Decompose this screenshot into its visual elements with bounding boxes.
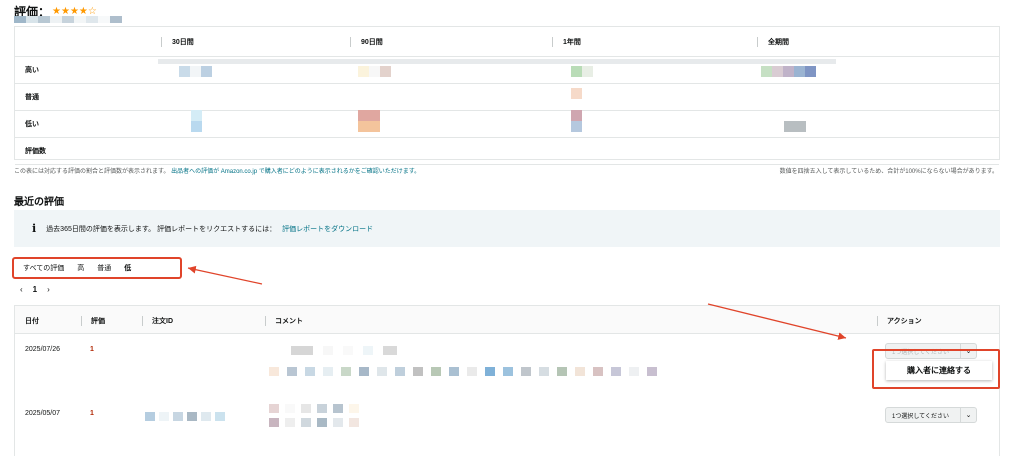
stats-note: この表には対応する評価の割合と評価数が表示されます。 出品者への評価が Amaz… <box>14 166 420 175</box>
redacted-comment <box>269 418 359 427</box>
redacted-comment <box>269 404 359 413</box>
col-rating: 評価 <box>81 316 105 326</box>
contact-buyer-option[interactable]: 購入者に連絡する <box>886 361 992 380</box>
arrow-to-filters <box>187 265 263 285</box>
redacted-seller-name <box>14 16 122 23</box>
chevron-down-icon: ⌄ <box>960 408 976 422</box>
redacted-order-id <box>145 412 225 421</box>
download-report-link[interactable]: 評価レポートをダウンロード <box>282 224 373 234</box>
rounding-note: 数値を四捨五入して表示しているため、合計が100%にならない場合があります。 <box>779 169 998 175</box>
col-date: 日付 <box>25 318 39 325</box>
redacted-cell <box>571 110 582 132</box>
tab-high[interactable]: 高 <box>77 263 84 273</box>
pagination: ‹ 1 › <box>20 285 50 294</box>
stats-row-neutral: 普通 <box>15 84 999 111</box>
review-date: 2025/07/26 <box>25 346 61 353</box>
redacted-cell <box>358 66 391 77</box>
stats-note-text: この表には対応する評価の割合と評価数が表示されます。 <box>14 169 170 175</box>
stats-col-90d: 90日間 <box>350 27 383 57</box>
rating-filter-tabs: すべての評価 高 普通 低 <box>12 257 182 279</box>
rating-stats-table: 30日間 90日間 1年間 全期間 高い 普通 低い 評価数 <box>14 26 1000 165</box>
col-action: アクション <box>877 316 922 326</box>
col-comment: コメント <box>265 316 303 326</box>
col-order-id: 注文ID <box>142 316 173 326</box>
review-date: 2025/05/07 <box>25 410 61 417</box>
stats-row-count: 評価数 <box>15 138 999 165</box>
review-rating: 1 <box>90 346 94 353</box>
info-text: 過去365日間の評価を表示します。 評価レポートをリクエストするには： <box>46 225 277 233</box>
redacted-cell <box>571 88 582 99</box>
redacted-cell <box>571 66 593 77</box>
stats-col-1y: 1年間 <box>552 27 581 57</box>
reviews-header-row: 日付 評価 注文ID コメント アクション <box>15 306 999 334</box>
current-page[interactable]: 1 <box>33 285 37 294</box>
info-icon: i <box>32 222 37 235</box>
redacted-cell <box>358 110 380 132</box>
next-page-icon[interactable]: › <box>47 285 50 294</box>
stats-note-link[interactable]: 出品者への評価が Amazon.co.jp で購入者にどのように表示されるかをご… <box>171 169 420 175</box>
info-banner: i 過去365日間の評価を表示します。 評価レポートをリクエストするには： 評価… <box>14 210 1000 247</box>
stats-header-row: 30日間 90日間 1年間 全期間 <box>15 27 999 57</box>
stats-row-low: 低い <box>15 111 999 138</box>
prev-page-icon[interactable]: ‹ <box>20 285 23 294</box>
redacted-cell <box>179 66 212 77</box>
stats-col-30d: 30日間 <box>161 27 194 57</box>
redacted-cell <box>191 110 202 132</box>
redacted-cell <box>784 121 806 132</box>
action-select[interactable]: 1つ選択してください ⌄ <box>885 407 977 423</box>
redacted-cell <box>761 66 816 77</box>
redacted-comment <box>291 346 397 355</box>
tab-neutral[interactable]: 普通 <box>97 263 111 273</box>
redacted-bar <box>158 59 836 64</box>
review-rating: 1 <box>90 410 94 417</box>
stats-col-all: 全期間 <box>757 27 789 57</box>
reviews-table: 日付 評価 注文ID コメント アクション 2025/07/26 1 1つ選択し… <box>14 305 1000 456</box>
recent-ratings-title: 最近の評価 <box>14 197 64 208</box>
redacted-comment <box>269 367 657 376</box>
action-dropdown-menu: 購入者に連絡する <box>872 349 1000 389</box>
tab-all[interactable]: すべての評価 <box>23 263 64 273</box>
tab-low[interactable]: 低 <box>124 263 131 273</box>
